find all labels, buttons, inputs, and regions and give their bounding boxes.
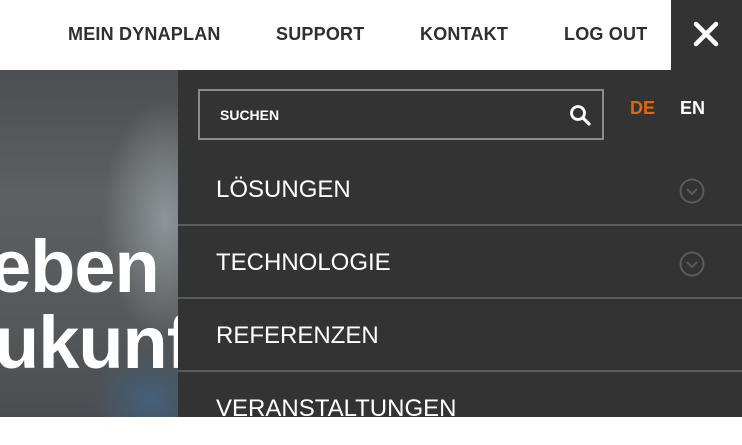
menu-item-veranstaltungen[interactable]: VERANSTALTUNGEN xyxy=(178,373,742,445)
menu-item-loesungen[interactable]: LÖSUNGEN xyxy=(178,154,742,226)
nav-link-mein-dynaplan[interactable]: MEIN DYNAPLAN xyxy=(68,0,221,70)
chevron-down-icon[interactable] xyxy=(679,178,705,204)
search-box xyxy=(198,89,604,140)
menu-item-technologie[interactable]: TECHNOLOGIE xyxy=(178,227,742,299)
nav-link-support[interactable]: SUPPORT xyxy=(276,0,364,70)
close-menu-button[interactable] xyxy=(671,0,742,70)
language-de[interactable]: DE xyxy=(630,98,655,119)
hero-background-image: eben ukunf xyxy=(0,70,178,417)
chevron-down-icon[interactable] xyxy=(679,251,705,277)
language-en[interactable]: EN xyxy=(680,98,705,119)
hero-headline-line-2: ukunf xyxy=(0,301,178,384)
nav-link-log-out[interactable]: LOG OUT xyxy=(564,0,647,70)
nav-link-kontakt[interactable]: KONTAKT xyxy=(420,0,508,70)
menu-item-referenzen[interactable]: REFERENZEN xyxy=(178,300,742,372)
close-icon xyxy=(693,21,719,47)
menu-item-label: REFERENZEN xyxy=(216,322,379,349)
menu-item-label: VERANSTALTUNGEN xyxy=(216,395,457,422)
top-navigation-bar: MEIN DYNAPLAN SUPPORT KONTAKT LOG OUT xyxy=(0,0,742,70)
navigation-menu-panel: DE EN LÖSUNGEN TECHNOLOGIE REFERENZEN VE… xyxy=(178,70,742,422)
menu-item-label: TECHNOLOGIE xyxy=(216,249,391,276)
search-input[interactable] xyxy=(220,91,550,138)
search-icon[interactable] xyxy=(569,104,591,126)
hero-headline-line-1: eben xyxy=(0,225,160,308)
menu-item-label: LÖSUNGEN xyxy=(216,176,351,203)
